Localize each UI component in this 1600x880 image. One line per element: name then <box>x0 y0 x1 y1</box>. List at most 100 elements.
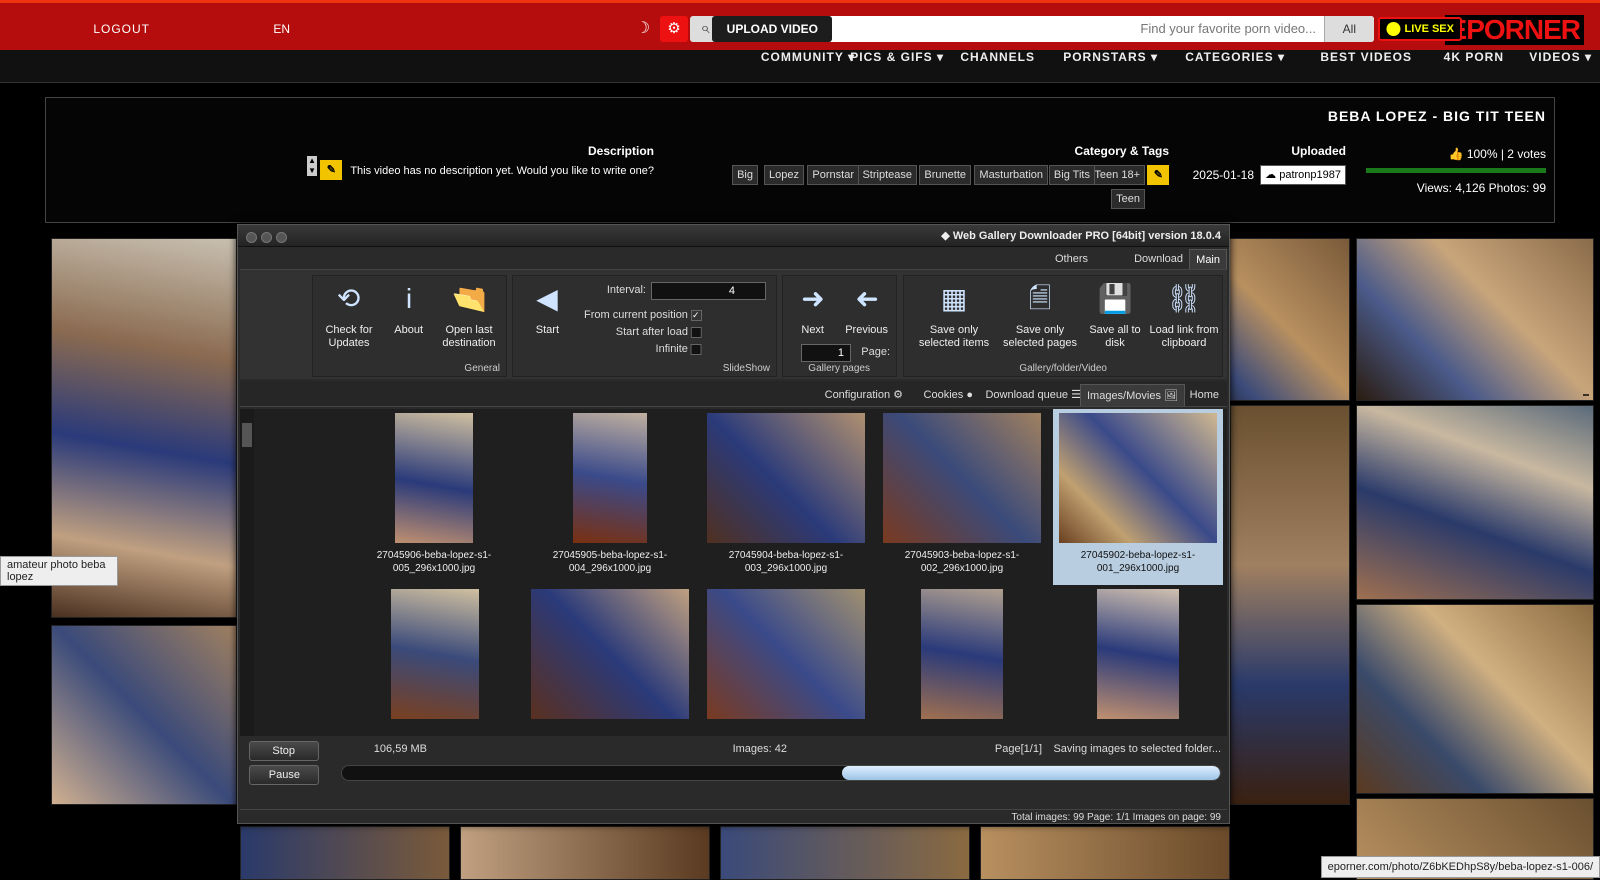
minimize-button[interactable] <box>276 232 287 243</box>
live-sex-button[interactable]: LIVE SEX <box>1378 17 1462 41</box>
image-filename: 27045905-beba-lopez-s1-004_296x1000.jpg <box>552 550 668 574</box>
next-button[interactable]: ➜ Next <box>788 280 838 337</box>
nav-4k[interactable]: 4K PORN <box>1444 50 1504 64</box>
photo-thumb[interactable] <box>720 826 970 880</box>
logout-link[interactable]: LOGOUT <box>93 19 150 39</box>
nav-pornstars[interactable]: PORNSTARS ▾ <box>1063 50 1158 64</box>
tab-configuration[interactable]: Configuration ⚙ <box>819 384 909 406</box>
downloader-window: ◆ Web Gallery Downloader PRO [64bit] ver… <box>237 224 1230 824</box>
upload-video-button[interactable]: UPLOAD VIDEO <box>712 16 832 42</box>
save-pages-button[interactable]: 🗎 Save only selected pages <box>998 280 1082 350</box>
maximize-button[interactable] <box>261 232 272 243</box>
pause-button[interactable]: Pause <box>249 765 319 785</box>
nav-channels[interactable]: CHANNELS <box>960 50 1035 64</box>
scrollbar-thumb[interactable] <box>242 423 252 447</box>
photo-thumb[interactable] <box>980 826 1230 880</box>
tab-download-queue[interactable]: Download Queue <box>1128 249 1189 285</box>
tab-others[interactable]: Others <box>1049 249 1094 269</box>
photo-thumb[interactable] <box>1356 405 1594 600</box>
info-icon: i <box>405 283 413 314</box>
tab-download-queue-list[interactable]: Download queue ☰ <box>979 384 1087 406</box>
load-link-button[interactable]: ⛓ Load link from clipboard <box>1148 280 1220 350</box>
tag[interactable]: Masturbation <box>974 165 1048 185</box>
about-button[interactable]: i About <box>384 280 434 337</box>
close-button[interactable] <box>246 232 257 243</box>
language-select[interactable]: EN <box>273 19 290 39</box>
grid-scrollbar[interactable] <box>240 409 254 736</box>
tag[interactable]: Pornstar <box>807 165 859 185</box>
image-item[interactable]: 27045905-beba-lopez-s1-004_296x1000.jpg <box>525 409 695 585</box>
nav-best[interactable]: BEST VIDEOS <box>1320 50 1412 64</box>
thumbnail <box>531 589 689 719</box>
image-item[interactable] <box>701 585 871 736</box>
interval-spinner[interactable]: 4 <box>651 282 766 300</box>
window-titlebar[interactable]: ◆ Web Gallery Downloader PRO [64bit] ver… <box>238 225 1229 247</box>
site-logo[interactable]: EPORNER <box>1444 14 1584 45</box>
page-spinner[interactable]: 1 <box>801 344 851 362</box>
main-nav: VIDEOS ▾ 4K PORN BEST VIDEOS CATEGORIES … <box>0 50 1600 83</box>
images-grid: 27045902-beba-lopez-s1-001_296x1000.jpg … <box>240 409 1227 736</box>
tab-cookies[interactable]: Cookies ● <box>918 384 979 406</box>
group-label: Gallery/folder/Video <box>1019 363 1107 374</box>
uploaded-heading: Uploaded <box>1291 144 1346 158</box>
dark-mode-icon[interactable]: ☾ <box>629 16 657 42</box>
tag[interactable]: Teen <box>1111 189 1145 209</box>
image-item[interactable]: 27045903-beba-lopez-s1-002_296x1000.jpg <box>877 409 1047 585</box>
start-after-load-checkbox[interactable]: Start after load <box>616 326 706 338</box>
thumbnail <box>573 413 647 543</box>
tag[interactable]: Big Tits <box>1048 165 1095 185</box>
arrow-right-icon: ➜ <box>855 283 879 314</box>
photo-thumb[interactable] <box>1230 405 1350 805</box>
image-item[interactable]: 27045906-beba-lopez-s1-005_296x1000.jpg <box>349 409 519 585</box>
edit-description-icon[interactable]: ✎ <box>320 160 342 180</box>
add-tag-icon[interactable]: ✎ <box>1147 165 1169 185</box>
group-gallery-pages: ➜ Previous ➜ Next Page: 1 Gallery pages <box>782 275 897 377</box>
nav-pics[interactable]: PICS & GIFS ▾ <box>850 50 944 64</box>
photo-thumb[interactable] <box>1356 238 1594 401</box>
photo-thumb[interactable] <box>1356 604 1594 794</box>
stop-button[interactable]: Stop <box>249 741 319 761</box>
photo-thumb[interactable] <box>51 625 237 805</box>
tab-images-movies[interactable]: Images/Movies 🖼 <box>1079 384 1185 406</box>
progress-fill <box>842 766 1220 780</box>
settings-icon[interactable]: ⚙ <box>660 16 688 42</box>
window-title: ◆ Web Gallery Downloader PRO [64bit] ver… <box>941 230 1221 242</box>
tab-main[interactable]: Main <box>1189 249 1227 269</box>
thumbnail <box>391 589 479 719</box>
uploader-link[interactable]: ☁ patronp1987 <box>1260 165 1346 185</box>
description-heading: Description <box>587 144 654 158</box>
nav-categories[interactable]: CATEGORIES ▾ <box>1185 50 1285 64</box>
search-input[interactable]: Find your favorite porn video... <box>1140 16 1316 42</box>
image-item[interactable]: 27045902-beba-lopez-s1-001_296x1000.jpg <box>1053 409 1223 585</box>
scroll-arrows-icon[interactable]: ▲ ▼ <box>307 156 317 176</box>
tag[interactable]: Teen 18+ <box>1089 165 1145 185</box>
save-items-button[interactable]: ▦ Save only selected items <box>912 280 996 350</box>
image-item[interactable] <box>1053 585 1223 736</box>
photo-thumb[interactable] <box>240 826 450 880</box>
tag[interactable]: Lopez <box>764 165 804 185</box>
check-updates-button[interactable]: ⟳ Check for Updates <box>316 280 382 350</box>
thumbnail <box>1059 413 1217 543</box>
thumbnail <box>707 589 865 719</box>
infinite-checkbox[interactable]: Infinite <box>656 343 706 355</box>
nav-videos[interactable]: VIDEOS ▾ <box>1529 50 1592 64</box>
tag[interactable]: Striptease <box>857 165 917 185</box>
image-item[interactable] <box>349 585 519 736</box>
tag[interactable]: Brunette <box>919 165 971 185</box>
nav-community[interactable]: COMMUNITY ▾ <box>761 50 855 64</box>
image-item[interactable] <box>525 585 695 736</box>
photo-thumb[interactable] <box>460 826 710 880</box>
previous-button[interactable]: ➜ Previous <box>840 280 894 337</box>
from-current-checkbox[interactable]: From current position ✓ <box>584 309 706 321</box>
image-icon: 🖼 <box>1164 390 1178 402</box>
image-item[interactable] <box>877 585 1047 736</box>
tab-home[interactable]: Home <box>1184 384 1225 406</box>
thumb-up-icon[interactable]: 👍 <box>1449 147 1464 161</box>
slideshow-start-button[interactable]: ▶ Start <box>518 280 576 337</box>
save-all-button[interactable]: 💾 Save all to disk <box>1084 280 1146 350</box>
open-last-destination-button[interactable]: 📂 Open last destination <box>436 280 502 350</box>
tag[interactable]: Big <box>732 165 758 185</box>
search-scope-select[interactable]: All <box>1324 16 1374 42</box>
image-item[interactable]: 27045904-beba-lopez-s1-003_296x1000.jpg <box>701 409 871 585</box>
group-gallery-folder: ⛓ Load link from clipboard 💾 Save all to d… <box>903 275 1223 377</box>
